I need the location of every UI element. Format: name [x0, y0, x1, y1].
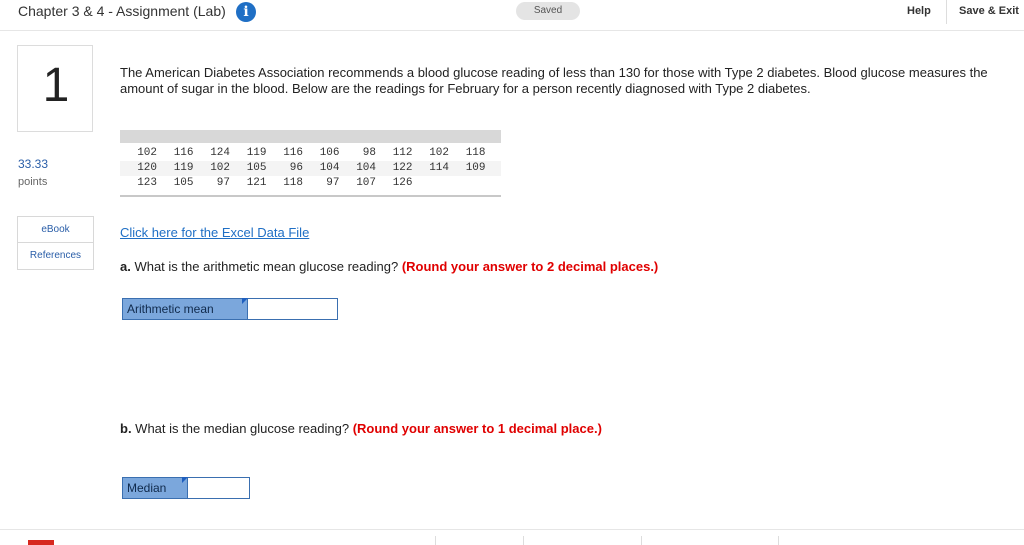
- footer-separator: [523, 536, 524, 545]
- part-a-instruction: (Round your answer to 2 decimal places.): [401, 259, 659, 274]
- table-cell: 105: [173, 177, 194, 189]
- table-cell: 102: [210, 162, 230, 174]
- points-label: points: [18, 176, 48, 188]
- table-cell: 116: [173, 147, 194, 159]
- median-input[interactable]: [187, 478, 249, 498]
- table-row: 102 116 124 119 116 106 98 112 102 118: [120, 146, 501, 161]
- table-cell: 119: [246, 147, 267, 159]
- table-cell: 104: [319, 162, 340, 174]
- table-cell: 104: [356, 162, 376, 174]
- top-bar: Chapter 3 & 4 - Assignment (Lab) i Saved…: [0, 0, 1024, 31]
- median-label-text: Median: [127, 481, 167, 495]
- arithmetic-mean-input[interactable]: [247, 299, 337, 319]
- save-exit-button[interactable]: Save & Exit: [959, 5, 1019, 17]
- table-cell: [449, 176, 486, 191]
- assignment-title: Chapter 3 & 4 - Assignment (Lab): [18, 3, 226, 19]
- arithmetic-mean-answer-row: Arithmetic mean: [122, 298, 338, 320]
- question-number-box: 1: [17, 45, 93, 132]
- part-a-letter: a.: [120, 259, 131, 274]
- info-icon[interactable]: i: [236, 2, 256, 22]
- table-cell: 123: [137, 177, 157, 189]
- readings-table: 102 116 124 119 116 106 98 112 102 118 120 119 102 10…: [120, 130, 501, 202]
- table-cell: 102: [429, 147, 449, 159]
- median-label: Median: [123, 477, 188, 498]
- part-a-text: What is the arithmetic mean glucose read…: [130, 259, 402, 274]
- table-cell: 96: [289, 162, 303, 174]
- table-cell: 114: [429, 162, 449, 174]
- part-a-question: a. What is the arithmetic mean glucose r…: [120, 259, 658, 274]
- flag-icon: [242, 298, 248, 304]
- table-cell: 107: [356, 177, 376, 189]
- table-cell: 105: [246, 162, 267, 174]
- references-button[interactable]: References: [17, 243, 94, 270]
- readings-table-header: [120, 130, 501, 143]
- table-cell: 102: [137, 147, 157, 159]
- publisher-logo: [28, 540, 54, 545]
- table-cell: 118: [283, 177, 303, 189]
- table-cell: 97: [326, 177, 340, 189]
- table-cell: [413, 176, 450, 191]
- flag-icon: [182, 477, 188, 483]
- part-b-question: b. What is the median glucose reading? (…: [120, 421, 602, 436]
- help-button[interactable]: Help: [907, 5, 931, 17]
- excel-data-file-link[interactable]: Click here for the Excel Data File: [120, 225, 309, 240]
- table-row: 123 105 97 121 118 97 107 126: [120, 176, 501, 191]
- table-cell: 120: [137, 162, 157, 174]
- table-cell: 98: [362, 147, 376, 159]
- part-b-letter: b.: [120, 421, 132, 436]
- table-row: 120 119 102 105 96 104 104 122 114 109: [120, 161, 501, 176]
- header-divider: [946, 0, 947, 24]
- arithmetic-mean-label: Arithmetic mean: [123, 298, 248, 319]
- saved-status-badge: Saved: [516, 2, 580, 20]
- table-cell: 121: [246, 177, 267, 189]
- part-b-instruction: (Round your answer to 1 decimal place.): [352, 421, 602, 436]
- table-cell: 122: [392, 162, 413, 174]
- table-cell: 106: [319, 147, 340, 159]
- table-cell: 97: [216, 177, 230, 189]
- points-value: 33.33: [18, 157, 49, 171]
- footer-separator: [641, 536, 642, 545]
- ebook-button[interactable]: eBook: [17, 216, 94, 243]
- median-answer-row: Median: [122, 477, 250, 499]
- question-number: 1: [42, 59, 70, 112]
- table-cell: 112: [392, 147, 413, 159]
- table-cell: 118: [465, 147, 486, 159]
- table-cell: 126: [392, 177, 413, 189]
- question-prompt: The American Diabetes Association recomm…: [120, 65, 988, 96]
- readings-table-body: 102 116 124 119 116 106 98 112 102 118 120 119 102 10…: [120, 143, 501, 197]
- table-cell: 124: [210, 147, 230, 159]
- arithmetic-mean-label-text: Arithmetic mean: [127, 302, 214, 316]
- part-b-text: What is the median glucose reading?: [131, 421, 353, 436]
- footer-separator: [435, 536, 436, 545]
- table-cell: 116: [283, 147, 303, 159]
- table-cell: 119: [173, 162, 194, 174]
- footer-divider: [0, 529, 1024, 530]
- table-cell: 109: [465, 162, 486, 174]
- footer-separator: [778, 536, 779, 545]
